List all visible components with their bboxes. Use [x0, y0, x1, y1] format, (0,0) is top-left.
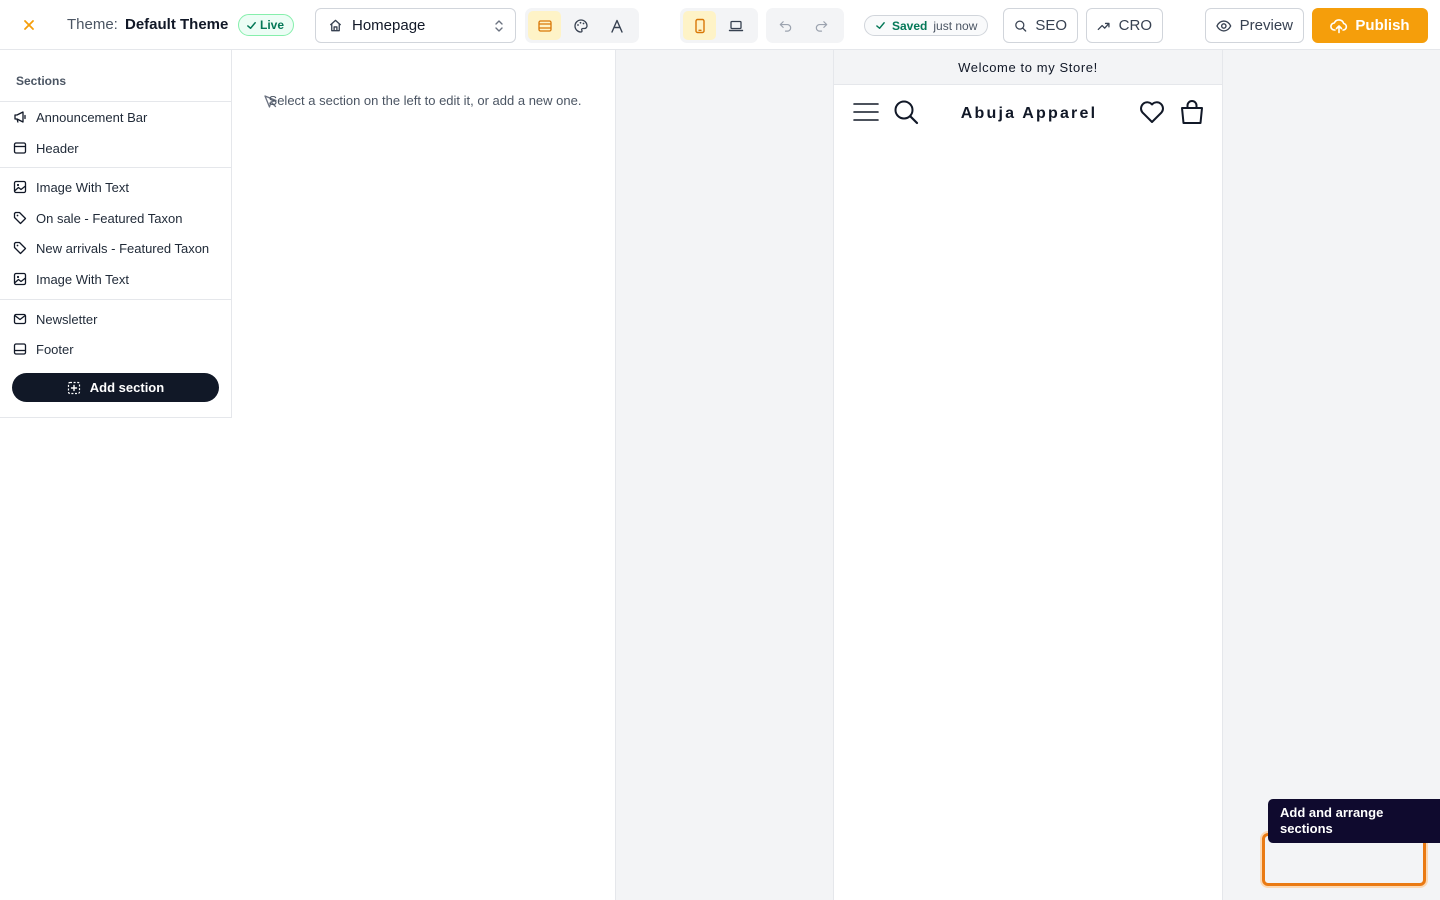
sidebar-item-label: Header [36, 140, 79, 156]
saved-status-badge: Saved just now [864, 15, 989, 36]
mobile-view-button[interactable] [683, 11, 716, 40]
add-section-button[interactable]: Add section [12, 373, 219, 402]
close-button[interactable] [14, 10, 44, 40]
saved-status-label: Saved [892, 18, 928, 33]
sidebar-item-header[interactable]: Header [0, 133, 231, 163]
redo-button[interactable] [805, 11, 838, 40]
close-icon [24, 20, 34, 30]
sidebar-item-on-sale-featured-taxon[interactable]: On sale - Featured Taxon [0, 203, 231, 233]
publish-button[interactable]: Publish [1312, 8, 1428, 43]
announcement-bar-preview[interactable]: Welcome to my Store! [834, 50, 1222, 85]
page-select-value: Homepage [352, 17, 426, 34]
eye-icon [1216, 19, 1232, 32]
cro-button[interactable]: CRO [1086, 8, 1163, 43]
laptop-icon [728, 20, 743, 31]
mobile-icon [694, 18, 705, 33]
editor-hint-text: Select a section on the left to edit it,… [268, 93, 582, 108]
store-header-preview[interactable]: Abuja Apparel [834, 85, 1222, 140]
tag-icon [13, 241, 27, 255]
theme-name: Default Theme [125, 16, 229, 33]
chevron-up-down-icon [495, 19, 503, 32]
editor-tool-group [525, 8, 639, 43]
trending-up-icon [1097, 22, 1110, 30]
sidebar-item-label: Image With Text [36, 179, 129, 195]
sidebar-title: Sections [16, 74, 67, 88]
preview-button-label: Preview [1239, 17, 1293, 34]
tag-icon [13, 211, 27, 225]
heart-icon[interactable] [1139, 99, 1165, 125]
cloud-upload-icon [1330, 18, 1348, 33]
publish-button-label: Publish [1355, 17, 1410, 34]
sidebar-divider [0, 167, 231, 168]
search-icon [1015, 20, 1027, 32]
announcement-text: Welcome to my Store! [958, 59, 1098, 75]
redo-icon [815, 21, 828, 32]
layout-sections-icon [537, 19, 552, 32]
layout-footer-icon [13, 342, 27, 356]
live-badge: Live [238, 14, 295, 36]
theme-colors-button[interactable] [564, 11, 597, 40]
palette-icon [573, 18, 588, 33]
sidebar-item-footer[interactable]: Footer [0, 334, 231, 364]
seo-button-label: SEO [1035, 17, 1067, 34]
layout-header-icon [13, 141, 27, 155]
add-section-label: Add section [89, 380, 165, 395]
page-select[interactable]: Homepage [315, 8, 516, 43]
onboarding-tooltip: Add and arrange sections [1268, 799, 1440, 843]
device-toggle-group [680, 8, 758, 43]
sidebar-item-label: On sale - Featured Taxon [36, 210, 183, 226]
sections-sidebar: Sections Announcement Bar Header Image W… [0, 50, 232, 418]
image-icon [13, 180, 27, 194]
sidebar-item-image-with-text[interactable]: Image With Text [0, 172, 231, 202]
typography-button[interactable] [600, 11, 633, 40]
theme-label: Theme: [67, 16, 118, 33]
sidebar-item-label: Image With Text [36, 271, 129, 287]
sidebar-item-label: New arrivals - Featured Taxon [36, 240, 210, 256]
top-bar: Theme: Default Theme Live Homepage Saved… [0, 0, 1440, 50]
sidebar-item-new-arrivals-featured-taxon[interactable]: New arrivals - Featured Taxon [0, 233, 231, 263]
sidebar-item-label: Announcement Bar [36, 109, 148, 125]
undo-button[interactable] [769, 11, 802, 40]
seo-button[interactable]: SEO [1003, 8, 1078, 43]
check-icon [876, 22, 885, 29]
cro-button-label: CRO [1118, 17, 1152, 34]
sections-tool-button[interactable] [528, 11, 561, 40]
preview-button[interactable]: Preview [1205, 8, 1304, 43]
home-icon [329, 19, 342, 32]
sidebar-item-image-with-text-2[interactable]: Image With Text [0, 264, 231, 294]
megaphone-icon [13, 110, 27, 124]
section-editor-panel: Select a section on the left to edit it,… [232, 50, 616, 900]
sidebar-item-newsletter[interactable]: Newsletter [0, 304, 231, 334]
undo-icon [779, 21, 792, 32]
image-icon [13, 272, 27, 286]
desktop-view-button[interactable] [719, 11, 752, 40]
mail-icon [13, 312, 27, 326]
mobile-preview-frame[interactable]: Welcome to my Store! Abuja Apparel [833, 50, 1223, 900]
preview-canvas: Welcome to my Store! Abuja Apparel [616, 50, 1440, 900]
shopping-bag-icon[interactable] [1179, 99, 1205, 125]
history-group [766, 8, 844, 43]
typography-icon [610, 19, 623, 33]
store-name[interactable]: Abuja Apparel [834, 105, 1224, 123]
add-square-icon [67, 381, 80, 394]
sidebar-divider [0, 299, 231, 300]
live-badge-label: Live [260, 18, 285, 32]
check-icon [247, 21, 256, 29]
saved-time: just now [933, 18, 978, 33]
sidebar-item-label: Footer [36, 341, 74, 357]
sidebar-item-announcement-bar[interactable]: Announcement Bar [0, 102, 231, 132]
sidebar-item-label: Newsletter [36, 311, 98, 327]
